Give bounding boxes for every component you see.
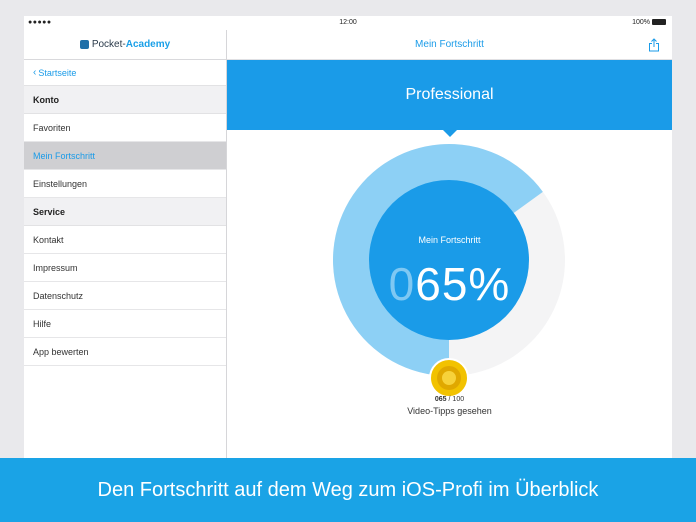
logo-text-pocket: Pocket- <box>91 39 126 50</box>
sidebar-item-kontakt[interactable]: Kontakt <box>24 226 226 254</box>
battery-indicator: 100% <box>632 19 666 26</box>
back-button[interactable]: ‹ Startseite <box>24 60 226 86</box>
share-icon[interactable] <box>648 38 660 52</box>
mortarboard-icon <box>79 40 89 49</box>
sidebar-item-einstellungen[interactable]: Einstellungen <box>24 170 226 198</box>
logo-text-academy: Academy <box>125 39 171 50</box>
section-header-konto: Konto <box>24 86 226 114</box>
status-time: 12:00 <box>339 19 357 26</box>
video-caption: Video-Tipps gesehen <box>407 406 492 416</box>
battery-icon <box>652 19 666 25</box>
section-header-service: Service <box>24 198 226 226</box>
percent-value: 65% <box>415 258 511 310</box>
sidebar-item-datenschutz[interactable]: Datenschutz <box>24 282 226 310</box>
nav-bar: Mein Fortschritt <box>227 30 672 60</box>
count-total: / 100 <box>448 396 465 403</box>
count-done: 065 <box>434 396 447 403</box>
sidebar-item-mein-fortschritt[interactable]: Mein Fortschritt <box>24 142 226 170</box>
sidebar-item-app-bewerten[interactable]: App bewerten <box>24 338 226 366</box>
sidebar-item-favoriten[interactable]: Favoriten <box>24 114 226 142</box>
level-title: Professional <box>405 86 494 103</box>
progress-percent: 065% <box>227 257 672 311</box>
level-banner: Professional <box>227 60 672 130</box>
video-count: 065 / 100 <box>227 396 672 403</box>
main-content: Mein Fortschritt Professional Mein Forts… <box>227 30 672 466</box>
promo-caption-bar: Den Fortschritt auf dem Weg zum iOS-Prof… <box>0 458 696 522</box>
sidebar-item-hilfe[interactable]: Hilfe <box>24 310 226 338</box>
back-label: Startseite <box>38 67 77 78</box>
percent-lead-zero: 0 <box>388 258 416 310</box>
promo-text: Den Fortschritt auf dem Weg zum iOS-Prof… <box>97 478 599 501</box>
nav-title: Mein Fortschritt <box>415 39 484 50</box>
ipad-screen: ●●●●● 12:00 100% Pocket- Academy ‹ Starts… <box>24 16 672 466</box>
gauge-label: Mein Fortschritt <box>418 235 481 245</box>
sidebar-item-impressum[interactable]: Impressum <box>24 254 226 282</box>
sidebar: Pocket- Academy ‹ Startseite Konto Favori… <box>24 30 227 466</box>
coin-icon <box>429 358 469 398</box>
app-logo: Pocket- Academy <box>24 30 226 60</box>
battery-percent: 100% <box>632 19 650 26</box>
status-bar: ●●●●● 12:00 100% <box>24 16 672 30</box>
chevron-left-icon: ‹ <box>33 67 37 78</box>
